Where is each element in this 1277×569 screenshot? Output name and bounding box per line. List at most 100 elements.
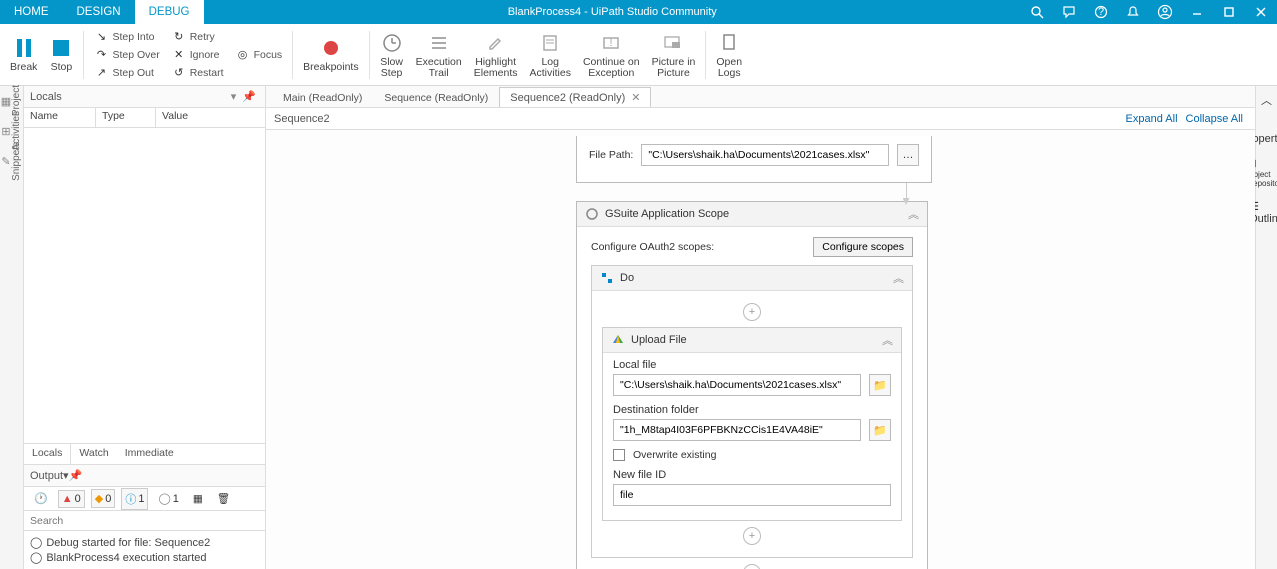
log-icon [538,31,562,55]
window-title: BlankProcess4 - UiPath Studio Community [204,0,1022,24]
ribbon: Break Stop ↘Step Into ↷Step Over ↗Step O… [0,24,1277,86]
warn-filter[interactable]: ◆0 [91,489,116,508]
do-card[interactable]: Do ︽ + Upload File ︽ [591,265,913,558]
project-rail[interactable]: ▦Project [3,92,21,110]
collapse-icon[interactable]: ︽ [893,270,904,286]
tab-design[interactable]: DESIGN [63,0,135,24]
stop-button[interactable]: Stop [43,26,79,84]
highlight-elements-button[interactable]: Highlight Elements [468,26,524,84]
error-icon: ▲ [62,493,73,505]
open-logs-button[interactable]: Open Logs [710,26,748,84]
feedback-icon[interactable] [1053,0,1085,24]
gsuite-scope-card[interactable]: GSuite Application Scope ︽ Configure OAu… [576,201,928,569]
expand-all[interactable]: Expand All [1122,113,1182,125]
canvas[interactable]: File Path: … GSuite Application Scope ︽ [266,130,1255,569]
collapse-ribbon[interactable]: ︿ [1261,92,1272,108]
btab-locals[interactable]: Locals [24,444,71,464]
ignore-button[interactable]: ✕Ignore [166,46,230,64]
help-icon[interactable]: ? [1085,0,1117,24]
clock-icon: 🕐 [34,492,48,505]
info-icon: ⓘ [125,491,136,507]
output-pin-icon[interactable]: 📌 [69,469,83,482]
trace-filter[interactable]: ◯1 [154,489,182,508]
breakpoint-icon [319,36,343,60]
locals-title: Locals [30,91,62,103]
log-activities-button[interactable]: Log Activities [524,26,577,84]
continue-exception-button[interactable]: !Continue on Exception [577,26,646,84]
collapse-all[interactable]: Collapse All [1182,113,1247,125]
browse-folder-button[interactable]: 📁 [869,374,891,396]
step-over-button[interactable]: ↷Step Over [88,46,165,64]
slow-step-button[interactable]: Slow Step [374,26,410,84]
restart-button[interactable]: ↺Restart [166,64,230,82]
tab-debug[interactable]: DEBUG [135,0,204,24]
ignore-icon: ✕ [172,48,186,62]
locals-dropdown[interactable]: ▾ [228,90,240,103]
configure-scopes-button[interactable]: Configure scopes [813,237,913,257]
btab-immediate[interactable]: Immediate [117,444,182,464]
error-filter[interactable]: ▲0 [58,490,85,508]
col-value[interactable]: Value [156,108,265,127]
upload-file-card[interactable]: Upload File ︽ Local file 📁 [602,327,902,521]
local-file-label: Local file [613,359,656,371]
step-out-icon: ↗ [94,66,108,80]
search-input[interactable] [24,511,265,530]
local-file-input[interactable] [613,374,861,396]
new-file-id-input[interactable] [613,484,891,506]
col-name[interactable]: Name [24,108,96,127]
browse-button[interactable]: … [897,144,919,166]
filepath-label: File Path: [589,149,633,161]
doc-tab-sequence2[interactable]: Sequence2 (ReadOnly)✕ [499,87,651,107]
log-line[interactable]: ◯BlankProcess4 execution started [30,550,259,565]
designer: Main (ReadOnly) Sequence (ReadOnly) Sequ… [266,86,1255,569]
locals-pin-icon[interactable]: 📌 [239,90,259,103]
minimize-button[interactable] [1181,0,1213,24]
add-activity-button[interactable]: + [743,564,761,569]
crumb-text[interactable]: Sequence2 [274,113,330,125]
exception-icon: ! [599,31,623,55]
close-icon[interactable]: ✕ [631,91,640,104]
add-activity-button[interactable]: + [743,303,761,321]
output-title: Output [30,470,63,482]
picture-in-picture-button[interactable]: Picture in Picture [646,26,702,84]
do-title: Do [620,272,634,284]
clear-output[interactable]: 🗑 [213,489,234,508]
execution-trail-button[interactable]: Execution Trail [410,26,468,84]
step-over-icon: ↷ [94,48,108,62]
maximize-button[interactable] [1213,0,1245,24]
doc-tab-main[interactable]: Main (ReadOnly) [272,88,373,107]
info-filter[interactable]: ⓘ1 [121,488,148,510]
dest-folder-input[interactable] [613,419,861,441]
locals-body [24,128,265,443]
grid-view[interactable]: ▦ [189,490,207,508]
break-button[interactable]: Break [4,26,43,84]
locals-tabs: Locals Watch Immediate [24,443,265,465]
browse-folder-button[interactable]: 📁 [869,419,891,441]
file-icon [717,31,741,55]
breakpoints-button[interactable]: Breakpoints [297,26,364,84]
output-toolbar: 🕐 ▲0 ◆0 ⓘ1 ◯1 ▦ 🗑 [24,487,265,511]
notification-icon[interactable] [1117,0,1149,24]
time-filter[interactable]: 🕐 [30,489,52,508]
step-out-button[interactable]: ↗Step Out [88,64,165,82]
search-icon[interactable] [1021,0,1053,24]
filepath-input[interactable] [641,144,889,166]
collapse-icon[interactable]: ︽ [882,332,893,348]
user-icon[interactable] [1149,0,1181,24]
collapse-icon[interactable]: ︽ [908,206,919,222]
activities-rail[interactable]: ⊞Activities [3,122,21,140]
log-line[interactable]: ◯Debug started for file: Sequence2 [30,535,259,550]
focus-button[interactable]: ◎Focus [230,46,289,64]
col-type[interactable]: Type [96,108,156,127]
retry-button[interactable]: ↻Retry [166,28,230,46]
snippets-rail[interactable]: ✎Snippets [3,152,21,170]
overwrite-checkbox[interactable] [613,449,625,461]
add-activity-button[interactable]: + [743,527,761,545]
tab-home[interactable]: HOME [0,0,63,24]
step-into-button[interactable]: ↘Step Into [88,28,165,46]
excel-scope-card[interactable]: File Path: … [576,136,932,183]
btab-watch[interactable]: Watch [71,444,116,464]
doc-tab-sequence[interactable]: Sequence (ReadOnly) [373,88,499,107]
output-header: Output ▾ 📌 [24,465,265,487]
close-button[interactable] [1245,0,1277,24]
